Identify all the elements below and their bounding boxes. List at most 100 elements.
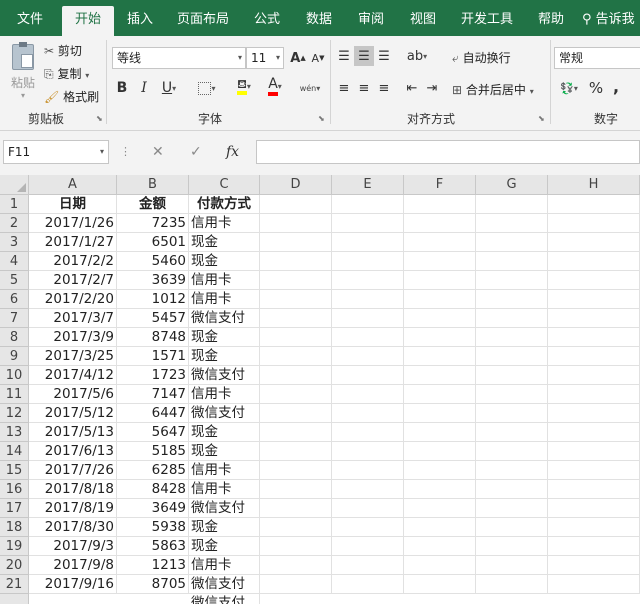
cell-empty[interactable] xyxy=(548,347,640,366)
cell-date[interactable]: 2017/4/12 xyxy=(29,366,117,385)
tab-developer[interactable]: 开发工具 xyxy=(454,8,520,36)
cell-empty[interactable] xyxy=(476,309,548,328)
fill-color-button[interactable]: ⛾ ▾ xyxy=(228,76,260,96)
cell-amount[interactable]: 5457 xyxy=(117,309,189,328)
cell-payment[interactable]: 信用卡 xyxy=(189,461,260,480)
merge-center-button[interactable]: ⊞ 合并后居中 ▾ xyxy=(452,81,534,98)
cell-empty[interactable] xyxy=(404,423,476,442)
cell-date[interactable]: 2017/5/13 xyxy=(29,423,117,442)
column-header-f[interactable]: F xyxy=(404,175,476,195)
tab-review[interactable]: 审阅 xyxy=(350,8,392,36)
cell-empty[interactable] xyxy=(476,575,548,594)
number-format-combo[interactable]: 常规 xyxy=(554,47,640,69)
tab-file[interactable]: 文件 xyxy=(4,8,56,36)
cell-empty[interactable] xyxy=(476,537,548,556)
cancel-entry-button[interactable]: ✕ xyxy=(152,140,164,164)
cell-date[interactable]: 2017/5/12 xyxy=(29,404,117,423)
cell-payment[interactable]: 现金 xyxy=(189,442,260,461)
cell-empty[interactable] xyxy=(404,347,476,366)
cell-empty[interactable] xyxy=(476,480,548,499)
cell-payment[interactable]: 信用卡 xyxy=(189,385,260,404)
increase-indent-icon[interactable]: ⇥ xyxy=(422,78,442,98)
cell-empty[interactable] xyxy=(260,214,332,233)
cell-date[interactable]: 2017/9/3 xyxy=(29,537,117,556)
align-middle-icon[interactable]: ☰ xyxy=(354,46,374,66)
cell-empty[interactable] xyxy=(548,385,640,404)
cell-empty[interactable] xyxy=(548,480,640,499)
dialog-launcher-icon[interactable]: ⬊ xyxy=(318,114,325,123)
cell-empty[interactable] xyxy=(260,385,332,404)
shrink-font-button[interactable]: A ▼ xyxy=(308,48,328,68)
cell-empty[interactable] xyxy=(260,518,332,537)
cell-empty[interactable] xyxy=(548,442,640,461)
cell-payment[interactable]: 现金 xyxy=(189,537,260,556)
cell-empty[interactable] xyxy=(548,233,640,252)
cell-empty[interactable] xyxy=(548,575,640,594)
cell-amount[interactable]: 5863 xyxy=(117,537,189,556)
italic-button[interactable]: I xyxy=(134,78,154,98)
cell-empty[interactable] xyxy=(332,556,404,575)
cell-empty[interactable] xyxy=(548,518,640,537)
cell-empty[interactable] xyxy=(404,252,476,271)
row-header[interactable]: 13 xyxy=(0,423,29,442)
cell-empty[interactable] xyxy=(476,423,548,442)
align-top-icon[interactable]: ☰ xyxy=(334,46,354,66)
column-header-c[interactable]: C xyxy=(189,175,260,195)
cell-payment[interactable]: 现金 xyxy=(189,518,260,537)
row-header[interactable]: 4 xyxy=(0,252,29,271)
cell-empty[interactable] xyxy=(476,499,548,518)
cell-empty[interactable] xyxy=(332,195,404,214)
row-header[interactable]: 6 xyxy=(0,290,29,309)
cell-empty[interactable] xyxy=(404,518,476,537)
row-header[interactable]: 1 xyxy=(0,195,29,214)
cell-date[interactable]: 2017/1/27 xyxy=(29,233,117,252)
cell-empty[interactable] xyxy=(260,480,332,499)
cell-date[interactable]: 2017/8/30 xyxy=(29,518,117,537)
cell-empty[interactable] xyxy=(548,366,640,385)
cell-empty[interactable] xyxy=(476,233,548,252)
cell-date[interactable]: 2017/9/16 xyxy=(29,575,117,594)
cell-empty[interactable] xyxy=(548,328,640,347)
cell-empty[interactable] xyxy=(260,195,332,214)
cell-empty[interactable] xyxy=(332,214,404,233)
comma-style-button[interactable]: , xyxy=(606,76,626,96)
cell-empty[interactable] xyxy=(548,461,640,480)
align-left-icon[interactable]: ≡ xyxy=(334,78,354,98)
cell-payment[interactable]: 现金 xyxy=(189,328,260,347)
cell-empty[interactable] xyxy=(476,214,548,233)
row-header[interactable] xyxy=(0,594,29,604)
cell-date[interactable]: 2017/6/13 xyxy=(29,442,117,461)
cell-empty[interactable] xyxy=(476,328,548,347)
cell-empty[interactable] xyxy=(404,385,476,404)
row-header[interactable]: 5 xyxy=(0,271,29,290)
row-header[interactable]: 14 xyxy=(0,442,29,461)
cell-payment[interactable]: 付款方式 xyxy=(189,195,260,214)
cell-empty[interactable] xyxy=(548,423,640,442)
cell-empty[interactable] xyxy=(332,385,404,404)
cell-empty[interactable] xyxy=(404,309,476,328)
tab-home[interactable]: 开始 xyxy=(62,6,114,36)
cell-empty[interactable] xyxy=(260,233,332,252)
cell-empty[interactable] xyxy=(260,271,332,290)
enter-entry-button[interactable]: ✓ xyxy=(190,140,202,164)
cell-empty[interactable] xyxy=(332,328,404,347)
row-header[interactable]: 16 xyxy=(0,480,29,499)
cell-empty[interactable] xyxy=(260,252,332,271)
cell-date[interactable]: 2017/3/7 xyxy=(29,309,117,328)
cell-empty[interactable] xyxy=(260,423,332,442)
cell-empty[interactable] xyxy=(548,214,640,233)
cell-date[interactable]: 2017/2/7 xyxy=(29,271,117,290)
cell-empty[interactable] xyxy=(548,252,640,271)
tab-data[interactable]: 数据 xyxy=(298,8,340,36)
cell-empty[interactable] xyxy=(332,461,404,480)
bold-button[interactable]: B xyxy=(112,78,132,98)
cell-date[interactable]: 2017/8/19 xyxy=(29,499,117,518)
cell-empty[interactable] xyxy=(260,537,332,556)
column-header-e[interactable]: E xyxy=(332,175,404,195)
cell-empty[interactable] xyxy=(548,309,640,328)
cell-empty[interactable] xyxy=(332,575,404,594)
cell-amount[interactable]: 8705 xyxy=(117,575,189,594)
cell-empty[interactable] xyxy=(404,461,476,480)
cell-empty[interactable] xyxy=(404,366,476,385)
cell-empty[interactable] xyxy=(404,233,476,252)
